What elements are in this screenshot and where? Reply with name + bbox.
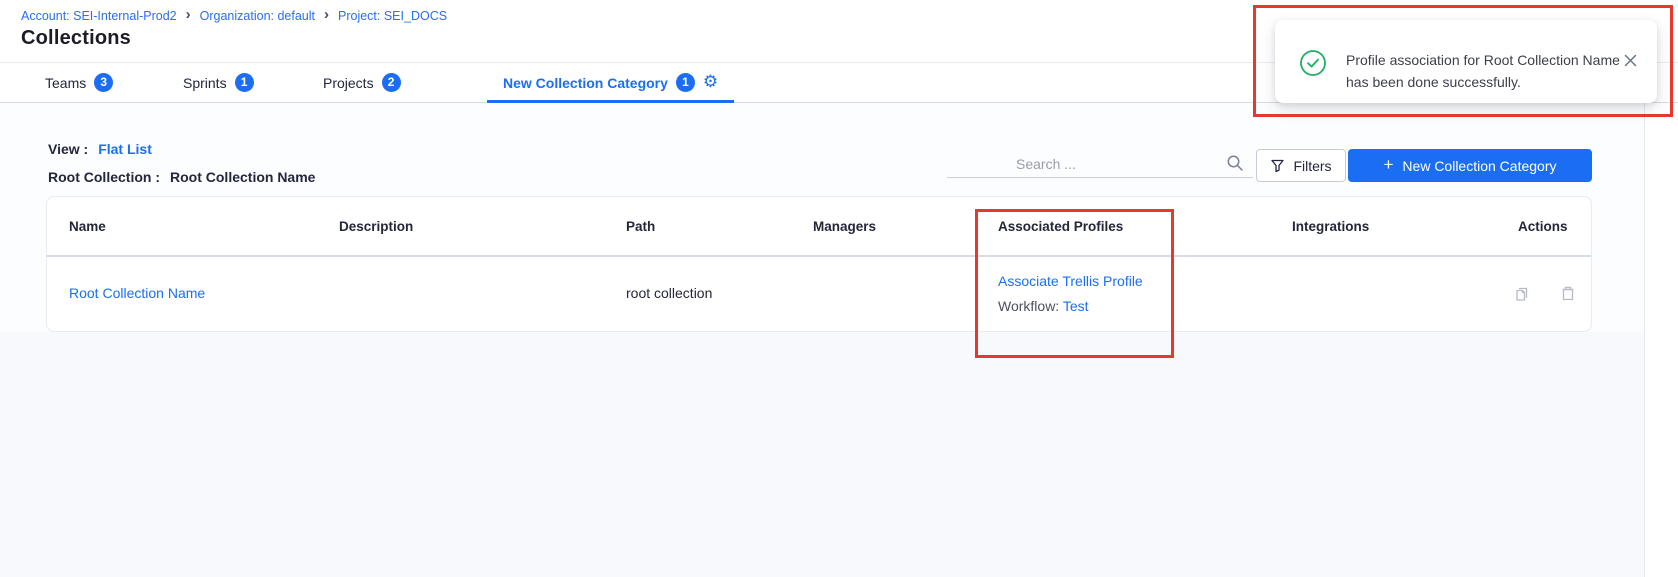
chevron-right-icon: › bbox=[324, 7, 329, 22]
filter-funnel-icon bbox=[1270, 158, 1285, 173]
column-header-actions: Actions bbox=[1518, 219, 1591, 234]
view-selector: View : Flat List bbox=[48, 141, 152, 157]
filters-label: Filters bbox=[1293, 158, 1331, 174]
workflow-test-link[interactable]: Test bbox=[1063, 298, 1089, 314]
column-header-name: Name bbox=[69, 219, 339, 234]
cell-associated-profiles: Associate Trellis Profile Workflow: Test bbox=[998, 273, 1292, 314]
close-icon[interactable] bbox=[1624, 54, 1637, 67]
cell-path: root collection bbox=[626, 285, 813, 301]
right-panel-edge bbox=[1644, 103, 1678, 577]
workflow-label: Workflow: bbox=[998, 298, 1059, 314]
tab-label: Sprints bbox=[183, 75, 227, 91]
success-check-icon bbox=[1299, 49, 1327, 77]
tab-sprints[interactable]: Sprints 1 bbox=[183, 63, 254, 102]
collections-page: Account: SEI-Internal-Prod2 › Organizati… bbox=[0, 0, 1678, 577]
cell-actions bbox=[1513, 284, 1591, 302]
trash-icon[interactable] bbox=[1559, 284, 1577, 302]
new-collection-category-label: New Collection Category bbox=[1402, 158, 1556, 174]
breadcrumb-organization-link[interactable]: Organization: default bbox=[200, 9, 315, 23]
column-header-associated-profiles: Associated Profiles bbox=[998, 219, 1292, 234]
root-collection-label: Root Collection : bbox=[48, 169, 160, 185]
breadcrumb-account-link[interactable]: Account: SEI-Internal-Prod2 bbox=[21, 9, 177, 23]
table-header-row: Name Description Path Managers Associate… bbox=[47, 197, 1591, 257]
root-collection-value: Root Collection Name bbox=[170, 169, 315, 185]
filters-button[interactable]: Filters bbox=[1256, 149, 1346, 182]
breadcrumb-project-link[interactable]: Project: SEI_DOCS bbox=[338, 9, 447, 23]
success-toast: Profile association for Root Collection … bbox=[1275, 20, 1657, 103]
gear-icon[interactable]: ⚙ bbox=[703, 74, 718, 91]
tab-label: Teams bbox=[45, 75, 86, 91]
view-flat-list-link[interactable]: Flat List bbox=[98, 141, 152, 157]
count-badge: 1 bbox=[676, 73, 695, 92]
breadcrumb: Account: SEI-Internal-Prod2 › Organizati… bbox=[21, 8, 447, 23]
workflow-line: Workflow: Test bbox=[998, 298, 1292, 314]
page-background bbox=[0, 332, 1644, 577]
copy-icon[interactable] bbox=[1513, 284, 1531, 302]
new-collection-category-button[interactable]: + New Collection Category bbox=[1348, 149, 1592, 182]
column-header-description: Description bbox=[339, 219, 626, 234]
count-badge: 1 bbox=[235, 73, 254, 92]
root-collection-line: Root Collection : Root Collection Name bbox=[48, 169, 315, 185]
tab-label: Projects bbox=[323, 75, 374, 91]
column-header-integrations: Integrations bbox=[1292, 219, 1518, 234]
chevron-right-icon: › bbox=[186, 7, 191, 22]
active-tab-underline bbox=[487, 100, 734, 103]
table-row: Root Collection Name root collection Ass… bbox=[47, 257, 1591, 329]
tab-label: New Collection Category bbox=[503, 75, 668, 91]
collections-table: Name Description Path Managers Associate… bbox=[46, 196, 1592, 332]
search-input[interactable] bbox=[947, 150, 1253, 177]
search-box bbox=[947, 150, 1253, 178]
view-label: View : bbox=[48, 141, 88, 157]
column-header-managers: Managers bbox=[813, 219, 998, 234]
tab-new-collection-category[interactable]: New Collection Category 1 ⚙ bbox=[487, 63, 734, 102]
toast-message: Profile association for Root Collection … bbox=[1346, 49, 1624, 93]
count-badge: 3 bbox=[94, 73, 113, 92]
collection-name-link[interactable]: Root Collection Name bbox=[69, 285, 205, 301]
associate-trellis-profile-link[interactable]: Associate Trellis Profile bbox=[998, 273, 1292, 289]
column-header-path: Path bbox=[626, 219, 813, 234]
tab-teams[interactable]: Teams 3 bbox=[45, 63, 113, 102]
page-title: Collections bbox=[21, 27, 131, 50]
tab-projects[interactable]: Projects 2 bbox=[323, 63, 401, 102]
plus-icon: + bbox=[1383, 156, 1393, 173]
search-icon bbox=[1226, 154, 1244, 172]
count-badge: 2 bbox=[382, 73, 401, 92]
